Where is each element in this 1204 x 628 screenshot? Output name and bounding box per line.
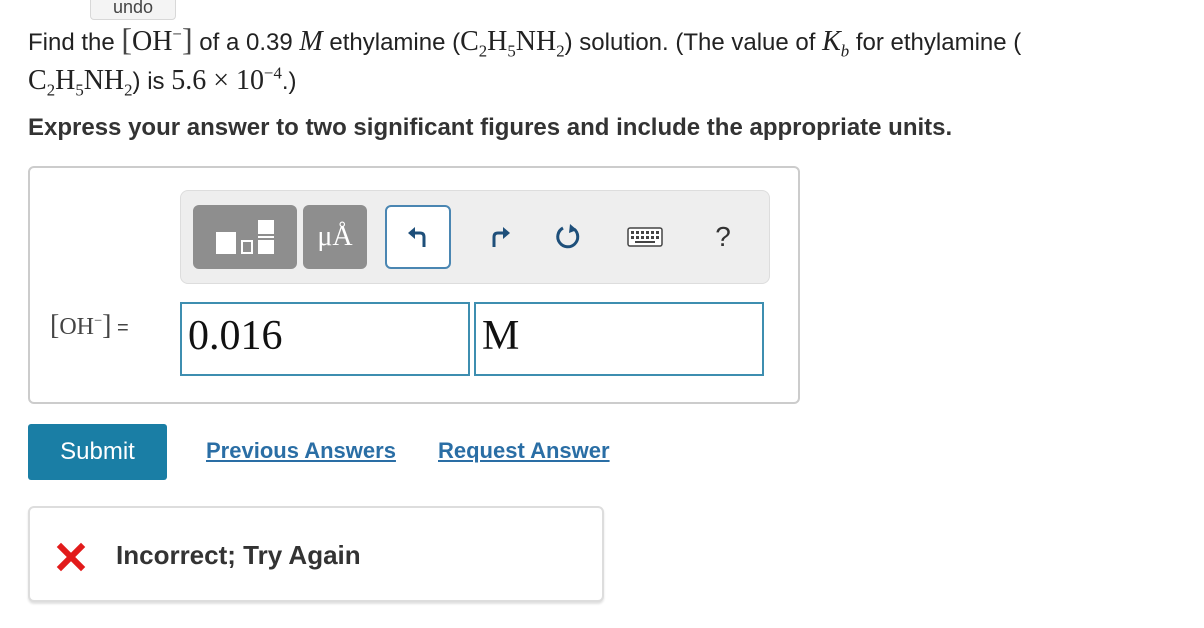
unit-input[interactable]: M [474, 302, 764, 376]
question-part: ethylamine ( [322, 29, 461, 56]
math-toolbar: μÅ ? [180, 190, 770, 284]
left-bracket: [ [121, 21, 133, 57]
formula-h: H [487, 26, 508, 57]
submit-button[interactable]: Submit [28, 424, 167, 480]
reset-button[interactable] [543, 205, 593, 269]
formula-c: C [460, 26, 479, 57]
question-part: ) is [132, 68, 172, 95]
formula-nh-sub: 2 [556, 41, 565, 61]
units-button[interactable]: μÅ [303, 205, 367, 269]
redo-button[interactable] [477, 205, 523, 269]
formula-nh: NH [83, 65, 125, 96]
answer-panel: μÅ ? [OH−] = 0.016 M [28, 166, 800, 404]
feedback-box: Incorrect; Try Again [28, 506, 604, 602]
incorrect-x-icon [56, 542, 86, 572]
templates-button[interactable] [193, 205, 297, 269]
oh-text: OH [132, 26, 173, 57]
value-input[interactable]: 0.016 [180, 302, 470, 376]
request-answer-link[interactable]: Request Answer [438, 438, 610, 464]
question-part: ) solution. (The value of [564, 29, 823, 56]
redo-icon [492, 227, 510, 247]
units-icon: μÅ [317, 221, 353, 252]
molar-symbol: M [299, 26, 323, 57]
answer-label: [OH−] = [50, 310, 129, 342]
keyboard-button[interactable] [619, 205, 671, 269]
kb-value: 5.6 × 10−4 [171, 65, 282, 96]
undo-icon [408, 227, 426, 247]
oh-charge: − [172, 24, 182, 44]
undo-tooltip: undo [90, 0, 176, 20]
previous-answers-link[interactable]: Previous Answers [206, 438, 396, 464]
kb-symbol: Kb [822, 26, 849, 59]
question-part: of a 0.39 [192, 29, 300, 56]
ethylamine-formula: C2H5NH2 [28, 65, 133, 98]
help-button[interactable]: ? [701, 205, 745, 269]
question-part: .) [281, 68, 297, 95]
right-bracket: ] [102, 310, 112, 341]
question-part: for ethylamine ( [849, 29, 1022, 56]
equals-sign: = [117, 317, 129, 339]
formula-c: C [28, 65, 47, 96]
question-text: Find the [OH−] of a 0.39 M ethylamine (C… [28, 20, 1188, 101]
keyboard-icon [627, 227, 663, 247]
kb-exponent: −4 [264, 63, 282, 83]
instruction-text: Express your answer to two significant f… [28, 114, 953, 141]
formula-c-sub: 2 [46, 80, 56, 100]
k-text: K [822, 26, 841, 57]
hydroxide-symbol: OH− [59, 314, 102, 340]
formula-h-sub: 5 [75, 80, 84, 100]
right-bracket: ] [181, 21, 193, 57]
ethylamine-formula: C2H5NH2 [460, 26, 565, 59]
feedback-text: Incorrect; Try Again [116, 540, 361, 570]
oh-charge: − [94, 313, 103, 329]
formula-nh: NH [515, 26, 557, 57]
formula-c-sub: 2 [478, 41, 488, 61]
oh-text: OH [59, 314, 94, 340]
templates-icon [216, 220, 274, 254]
undo-button[interactable] [385, 205, 451, 269]
hydroxide-symbol: OH− [132, 26, 182, 57]
formula-h-sub: 5 [507, 41, 516, 61]
question-part: Find the [28, 29, 122, 56]
formula-h: H [55, 65, 76, 96]
left-bracket: [ [50, 310, 60, 341]
formula-nh-sub: 2 [124, 80, 133, 100]
reset-icon [556, 224, 580, 249]
k-sub: b [840, 41, 850, 61]
help-icon: ? [715, 221, 731, 252]
kb-mantissa: 5.6 × 10 [171, 65, 265, 96]
